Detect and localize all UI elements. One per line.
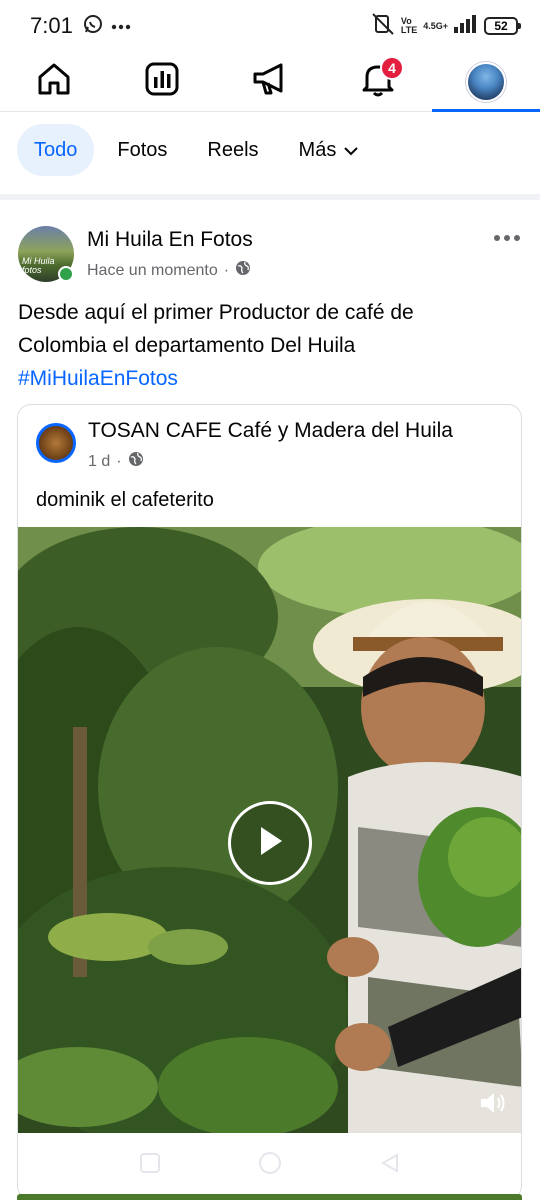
online-status-dot xyxy=(58,266,74,282)
nav-notifications[interactable]: 4 xyxy=(324,52,432,111)
home-icon xyxy=(36,61,72,102)
filter-fotos[interactable]: Fotos xyxy=(100,124,184,176)
post-time[interactable]: Hace un momento xyxy=(87,262,218,280)
top-nav: 4 xyxy=(0,52,540,112)
post-author-name[interactable]: Mi Huila En Fotos xyxy=(87,228,253,252)
video-player[interactable] xyxy=(18,527,521,1133)
more-notifications-icon xyxy=(111,17,131,35)
post-text-line-1: Desde aquí el primer Productor de café d… xyxy=(18,301,414,324)
meta-separator: · xyxy=(223,261,230,279)
status-time: 7:01 xyxy=(30,13,73,38)
nav-announcements[interactable] xyxy=(216,52,324,111)
shared-caption: dominik el cafeterito xyxy=(36,489,214,511)
whatsapp-icon xyxy=(83,14,103,39)
post-header: Mi Huila fotos Mi Huila En Fotos Hace un… xyxy=(18,226,522,286)
shared-meta: 1 d · xyxy=(88,451,144,472)
network-gen: 4.5G+ xyxy=(423,20,448,31)
notification-badge: 4 xyxy=(380,56,404,80)
megaphone-icon xyxy=(251,61,289,102)
shared-post-card[interactable]: TOSAN CAFE Café y Madera del Huila 1 d ·… xyxy=(17,404,522,1200)
globe-icon xyxy=(235,260,251,281)
volume-button[interactable] xyxy=(477,1089,509,1121)
filter-mas[interactable]: Más xyxy=(282,124,376,176)
filter-chips: Todo Fotos Reels Más xyxy=(17,124,375,176)
post-hashtag[interactable]: #MiHuilaEnFotos xyxy=(18,362,522,395)
back-icon[interactable] xyxy=(379,1152,401,1179)
filter-reels[interactable]: Reels xyxy=(190,124,275,176)
filter-todo[interactable]: Todo xyxy=(17,124,95,176)
post-meta: Hace un momento · xyxy=(87,260,251,281)
dashboard-icon xyxy=(144,61,180,102)
nav-profile[interactable] xyxy=(432,52,540,112)
section-divider xyxy=(0,194,540,200)
shared-author-name[interactable]: TOSAN CAFE Café y Madera del Huila xyxy=(88,419,453,443)
battery-indicator: 52 xyxy=(484,17,521,35)
post-body: Desde aquí el primer Productor de café d… xyxy=(18,296,522,395)
nav-home[interactable] xyxy=(0,52,108,111)
play-button[interactable] xyxy=(228,801,312,885)
filter-mas-label: Más xyxy=(298,138,337,161)
chevron-down-icon xyxy=(344,139,359,162)
shared-author-avatar[interactable] xyxy=(36,423,76,463)
shared-separator: · xyxy=(116,452,122,470)
more-options-icon[interactable] xyxy=(492,228,522,248)
nav-dashboard[interactable] xyxy=(108,52,216,111)
profile-avatar xyxy=(466,61,506,102)
system-navigation xyxy=(0,1150,540,1180)
signal-icon xyxy=(454,14,478,38)
shared-time[interactable]: 1 d xyxy=(88,453,110,471)
network-lte: LTE xyxy=(400,25,418,35)
home-circle-icon[interactable] xyxy=(257,1150,283,1181)
play-icon xyxy=(255,824,285,863)
post-text-line-2: Colombia el departamento Del Huila xyxy=(18,334,356,357)
status-bar: 7:01 Vo LTE 4.5G+ 52 xyxy=(0,0,540,52)
globe-icon xyxy=(128,451,144,472)
mute-vibrate-icon xyxy=(371,12,395,40)
next-post-preview xyxy=(17,1194,522,1200)
volume-icon xyxy=(479,1090,507,1121)
recents-icon[interactable] xyxy=(139,1152,161,1179)
